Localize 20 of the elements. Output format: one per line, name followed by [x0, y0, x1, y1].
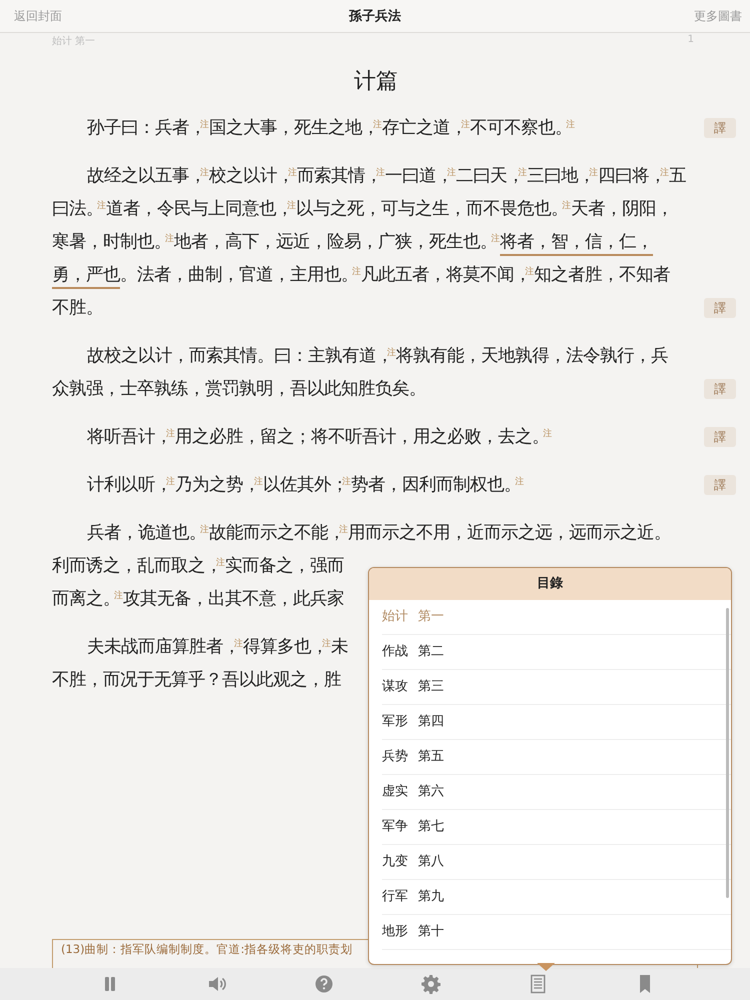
- text-line: 不胜，而况于无算乎？吾以此观之，胜: [52, 669, 341, 692]
- speaker-icon[interactable]: [206, 974, 226, 994]
- text-line: 众孰强，士卒孰练，赏罚孰明，吾以此知胜负矣。: [52, 378, 426, 401]
- help-icon[interactable]: [314, 974, 334, 994]
- text-line: 故经之以五事，$^{注}$校之以计，$^{注}$而索其情，$^{注}$一曰道，$^{注}$二曰天，$^{注}$三曰地，$^{注}$四曰将，$^{注}$五: [86, 165, 686, 188]
- text-line: 勇，严也。法者，曲制，官道，主用也。$^{注}$凡此五者，将莫不闻，$^{注}$知之者胜，不知者: [52, 259, 670, 292]
- text-line: 寒暑，时制也。$^{注}$地者，高下，远近，险易，广狭，死生也。$^{注}$将者，智，信，仁，: [52, 226, 653, 259]
- text-line: 不胜。: [52, 297, 103, 320]
- settings-icon[interactable]: [420, 974, 440, 994]
- text-line: 而离之。$^{注}$攻其无备，出其不意，此兵家: [52, 588, 344, 611]
- text-line: 利而诱之，乱而取之，$^{注}$实而备之，强而: [52, 555, 344, 578]
- book-title: 孫子兵法: [348, 8, 402, 25]
- text-line: 兵者，诡道也。$^{注}$故能而示之不能，$^{注}$用而示之不用，近而示之远，远而示之近。: [86, 522, 671, 545]
- popover-pointer: [537, 963, 555, 971]
- popover-title: 目錄: [369, 568, 731, 600]
- chapter-title: 计篇: [353, 68, 399, 96]
- text-line: 故校之以计，而索其情。曰：主孰有道，$^{注}$将孰有能，天地孰得，法令孰行，兵: [86, 345, 668, 368]
- contents-item[interactable]: 地形 第十: [382, 915, 731, 950]
- text-line: 夫未战而庙算胜者，$^{注}$得算多也，$^{注}$未: [86, 636, 348, 659]
- text-line: 曰法。$^{注}$道者，令民与上同意也，$^{注}$以与之死，可与之生，而不畏危也。$^{注}$天者，阴阳，: [52, 198, 673, 221]
